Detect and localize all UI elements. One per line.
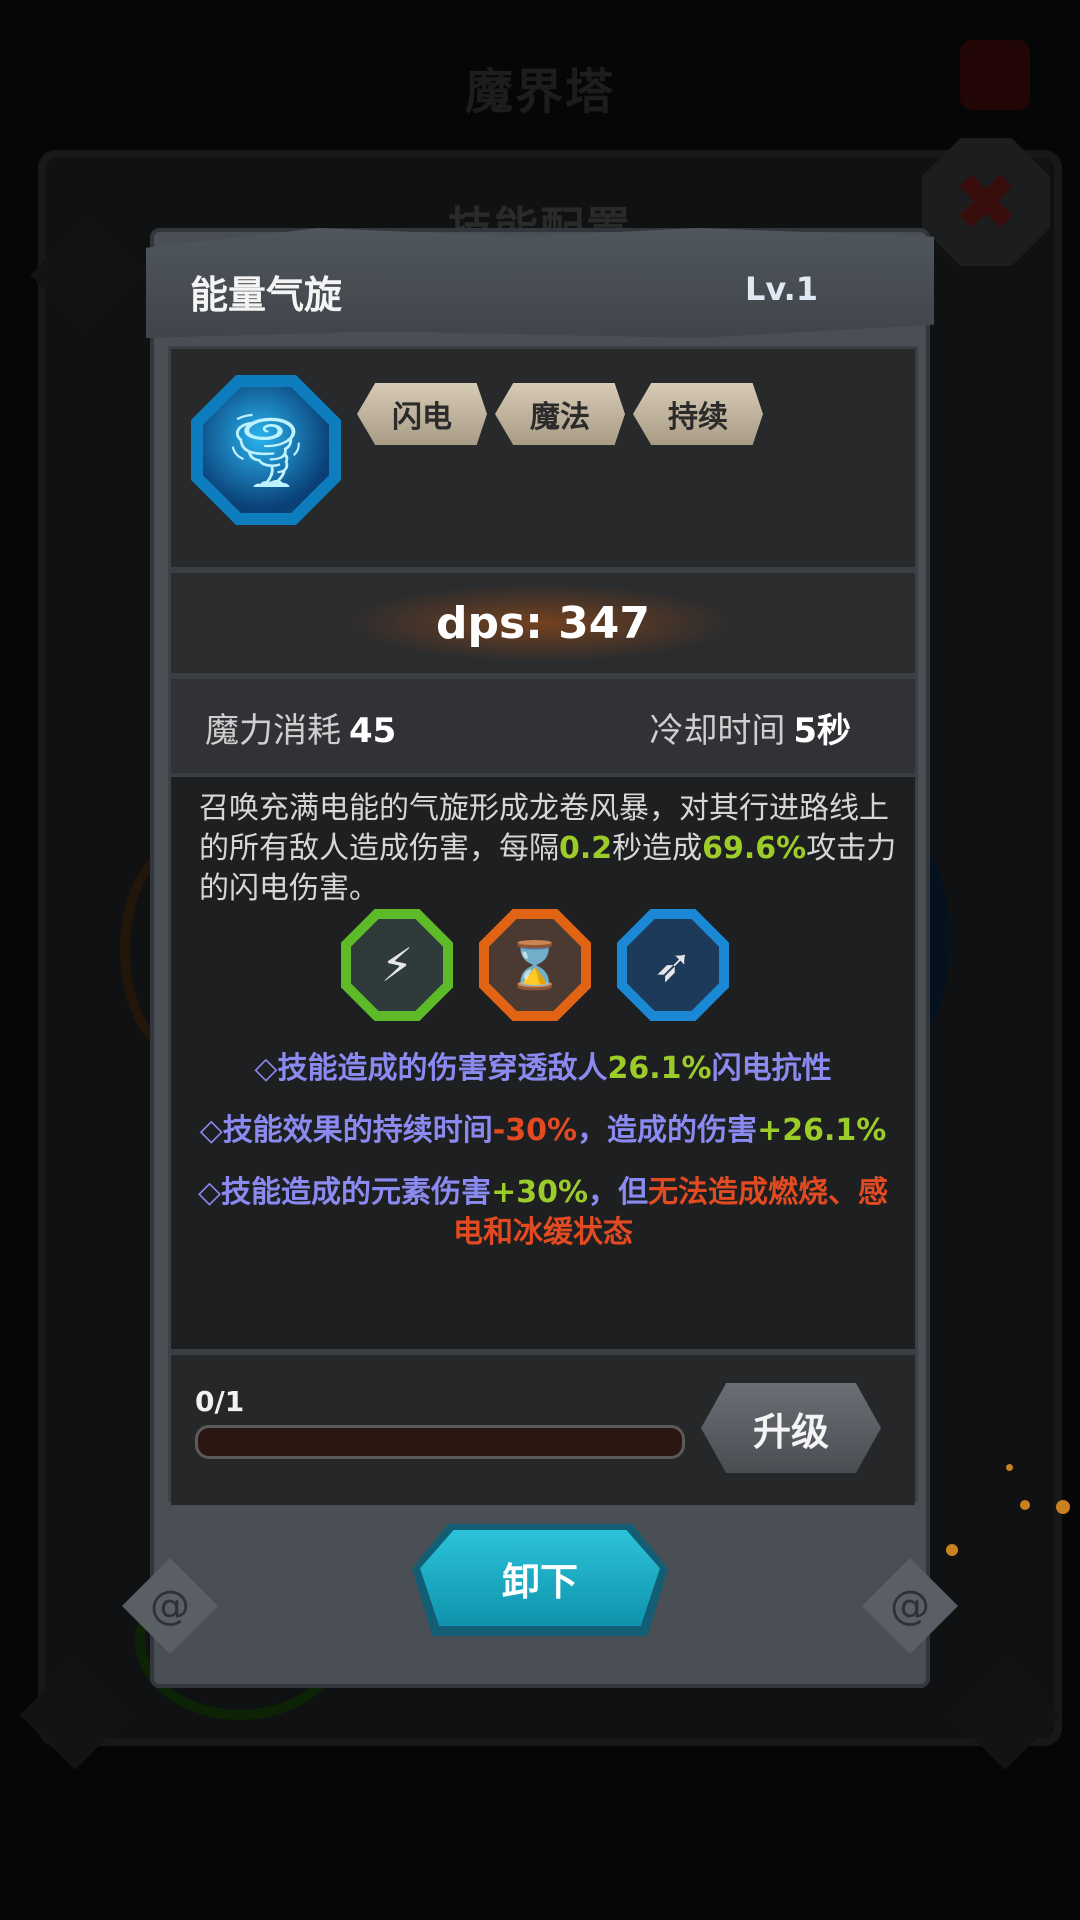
mana-cost-value: 45 <box>349 711 397 751</box>
effect-line: ◇技能造成的伤害穿透敌人26.1%闪电抗性 <box>254 1051 832 1086</box>
scatter-rune-icon[interactable]: ➶ <box>617 909 729 1021</box>
lightning-rune-icon[interactable]: ⚡ <box>341 909 453 1021</box>
background-title: 魔界塔 <box>464 64 615 120</box>
tag-magic: 魔法 <box>495 383 625 445</box>
dialog-content: 🌪 闪电 魔法 持续 dps: 347 魔力消耗 45 冷却时间 5秒 召唤充满电能… <box>168 346 918 1505</box>
tag-duration: 持续 <box>633 383 763 445</box>
tag-lightning: 闪电 <box>357 383 487 445</box>
cooldown-label: 冷却时间 <box>649 711 786 751</box>
effect-line: ◇技能效果的持续时间-30%，造成的伤害+26.1% <box>199 1113 887 1148</box>
desc-interval: 0.2 <box>559 831 613 866</box>
unequip-button[interactable]: 卸下 <box>412 1524 668 1636</box>
skill-description: 召唤充满电能的气旋形成龙卷风暴，对其行进路线上的所有敌人造成伤害，每隔0.2秒造… <box>199 789 899 909</box>
mana-cost: 魔力消耗 45 <box>205 703 396 752</box>
stats-section: 魔力消耗 45 冷却时间 5秒 <box>171 679 915 777</box>
cooldown: 冷却时间 5秒 <box>649 703 851 752</box>
desc-text-2: 秒造成 <box>612 831 703 866</box>
tornado-icon: 🌪 <box>203 387 329 513</box>
upgrade-button[interactable]: 升级 <box>701 1383 881 1473</box>
dps-section: dps: 347 <box>171 573 915 679</box>
effect-line: ◇技能造成的元素伤害+30%，但无法造成燃烧、感电和冰缓状态 <box>197 1175 889 1250</box>
hourglass-minus-rune-icon[interactable]: ⌛ <box>479 909 591 1021</box>
rune-effects: ◇技能造成的伤害穿透敌人26.1%闪电抗性 ◇技能效果的持续时间-30%，造成的… <box>191 1049 895 1275</box>
skill-icon-frame: 🌪 <box>191 375 341 525</box>
rune-slots: ⚡ ⌛ ➶ <box>341 909 729 1021</box>
mana-cost-label: 魔力消耗 <box>205 711 341 751</box>
dps-value: dps: 347 <box>436 597 650 649</box>
skill-tags: 闪电 魔法 持续 <box>357 383 763 445</box>
upgrade-progress-text: 0/1 <box>195 1385 245 1418</box>
desc-percent: 69.6% <box>702 831 807 866</box>
cooldown-value: 5秒 <box>793 711 851 751</box>
skill-detail-dialog: 能量气旋 Lv.1 🌪 闪电 魔法 持续 dps: 347 魔力消耗 45 冷却时… <box>122 228 958 1688</box>
spark-particle <box>1006 1464 1013 1471</box>
skill-level: Lv.1 <box>744 270 818 308</box>
spark-particle <box>946 1544 958 1556</box>
skill-info-section: 🌪 闪电 魔法 持续 <box>171 349 915 573</box>
spark-particle <box>1020 1500 1030 1510</box>
unequip-label: 卸下 <box>420 1530 660 1626</box>
skill-name: 能量气旋 <box>190 273 343 317</box>
spark-particle <box>1056 1500 1070 1514</box>
upgrade-section: 0/1 升级 <box>171 1349 915 1505</box>
upgrade-progress-bar <box>195 1425 685 1459</box>
background-menu-icon <box>960 40 1030 110</box>
